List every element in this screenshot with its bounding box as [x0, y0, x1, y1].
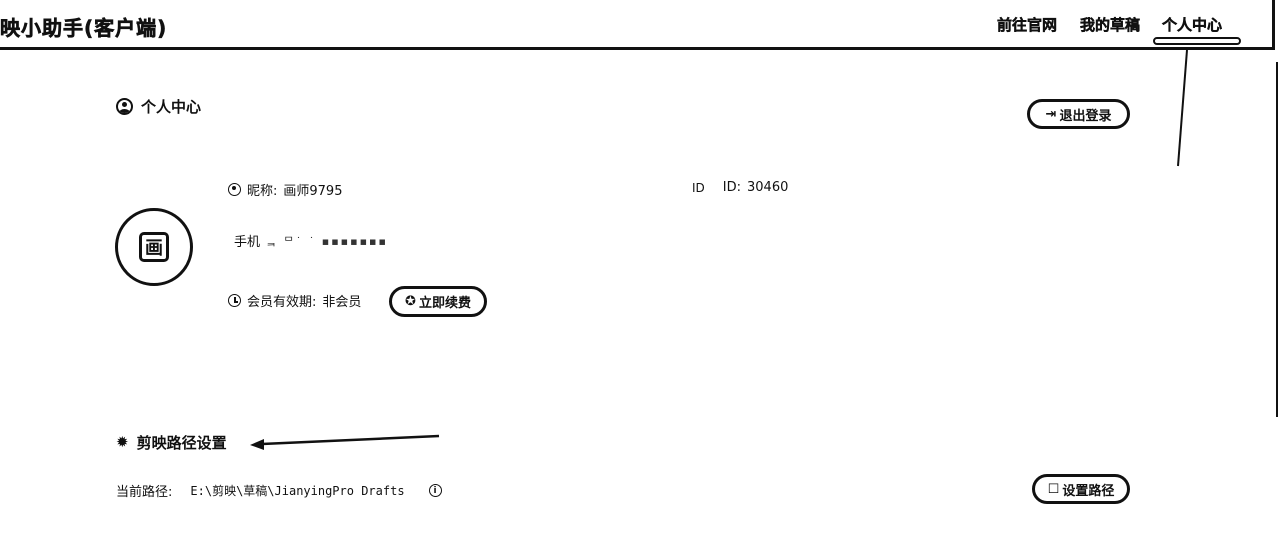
id-label: ID: [722, 180, 742, 195]
nickname-label: 昵称: [247, 184, 278, 199]
nickname-row: 昵称: 画师9795 [228, 180, 342, 199]
edit-icon: ☐ [1047, 481, 1060, 497]
logout-button[interactable]: ⇥ 退出登录 [1027, 99, 1130, 129]
avatar-glyph: 画 [139, 232, 169, 262]
membership-label: 会员有效期: [247, 295, 317, 310]
profile-heading: 个人中心 [141, 98, 202, 116]
annotation-line [1177, 49, 1188, 167]
top-bar: 映小助手(客户端) 前往官网 我的草稿 个人中心 [0, 0, 1275, 50]
nav-my-drafts[interactable]: 我的草稿 [1080, 14, 1140, 35]
clock-icon [228, 294, 241, 307]
user-icon [228, 183, 241, 196]
user-circle-icon [116, 98, 133, 115]
profile-section-header: 个人中心 [116, 96, 201, 117]
current-path-label: 当前路径: [116, 485, 173, 500]
info-icon[interactable]: i [428, 484, 442, 497]
phone-label: 手机 [234, 235, 261, 250]
renew-label: 立即续费 [418, 296, 471, 311]
nav-official-site[interactable]: 前往官网 [997, 14, 1057, 35]
current-path-row: 当前路径: E:\剪映\草稿\JianyingPro Drafts i [116, 481, 442, 500]
annotation-arrowhead [250, 439, 264, 450]
phone-value: ᆿ ᄆ˙ ˙ ▪▪▪▪▪▪▪ [266, 234, 388, 248]
renew-button[interactable]: ✪ 立即续费 [389, 286, 487, 317]
annotation-arrow [261, 434, 440, 446]
logout-label: 退出登录 [1059, 108, 1112, 124]
gear-icon: ✹ [116, 433, 129, 451]
nickname-value: 画师9795 [283, 184, 343, 199]
membership-row: 会员有效期: 非会员 [228, 291, 361, 310]
avatar: 画 [115, 208, 193, 286]
membership-value: 非会员 [322, 295, 362, 310]
annotation-overlay [250, 49, 1188, 450]
current-path-value: E:\剪映\草稿\JianyingPro Drafts [190, 484, 405, 498]
active-tab-indicator [1153, 37, 1241, 45]
logout-icon: ⇥ [1045, 106, 1057, 122]
phone-row: 手机 ᆿ ᄆ˙ ˙ ▪▪▪▪▪▪▪ [234, 231, 388, 251]
nav-profile[interactable]: 个人中心 [1162, 14, 1222, 35]
id-row: ID ID: 30460 [692, 180, 788, 195]
star-icon: ✪ [405, 294, 416, 309]
app-title: 映小助手(客户端) [0, 16, 168, 41]
path-heading: 剪映路径设置 [136, 434, 227, 452]
set-path-label: 设置路径 [1062, 483, 1115, 499]
id-icon: ID [692, 180, 705, 195]
path-section-header: ✹ 剪映路径设置 [116, 432, 227, 453]
scrollbar[interactable] [1276, 62, 1278, 417]
id-value: 30460 [747, 180, 789, 195]
set-path-button[interactable]: ☐ 设置路径 [1032, 474, 1130, 504]
